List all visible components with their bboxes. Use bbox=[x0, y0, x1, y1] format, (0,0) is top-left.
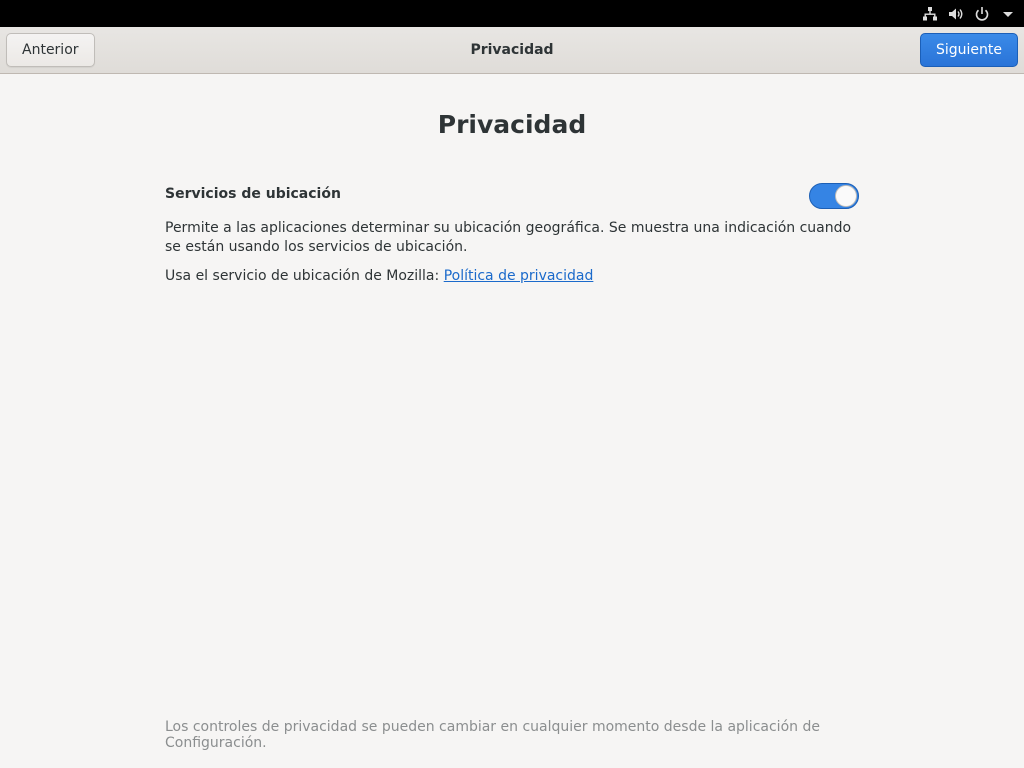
dropdown-arrow-icon[interactable] bbox=[1000, 6, 1016, 22]
next-button[interactable]: Siguiente bbox=[919, 33, 1018, 67]
header-title: Privacidad bbox=[470, 42, 554, 58]
location-services-label: Servicios de ubicación bbox=[165, 186, 341, 202]
location-services-toggle[interactable] bbox=[809, 183, 859, 209]
mozilla-service-line: Usa el servicio de ubicación de Mozilla:… bbox=[165, 267, 859, 286]
footer-note: Los controles de privacidad se pueden ca… bbox=[165, 719, 820, 751]
top-system-bar bbox=[0, 0, 1024, 27]
toggle-knob bbox=[835, 185, 857, 207]
power-icon[interactable] bbox=[974, 6, 990, 22]
location-services-description: Permite a las aplicaciones determinar su… bbox=[165, 220, 852, 255]
volume-icon[interactable] bbox=[948, 6, 964, 22]
page-title: Privacidad bbox=[437, 110, 587, 139]
privacy-policy-link[interactable]: Política de privacidad bbox=[444, 268, 594, 284]
header-bar: Anterior Privacidad Siguiente bbox=[0, 27, 1024, 74]
network-icon[interactable] bbox=[922, 6, 938, 22]
mozilla-service-text: Usa el servicio de ubicación de Mozilla: bbox=[165, 268, 444, 284]
system-tray[interactable] bbox=[922, 0, 1016, 27]
